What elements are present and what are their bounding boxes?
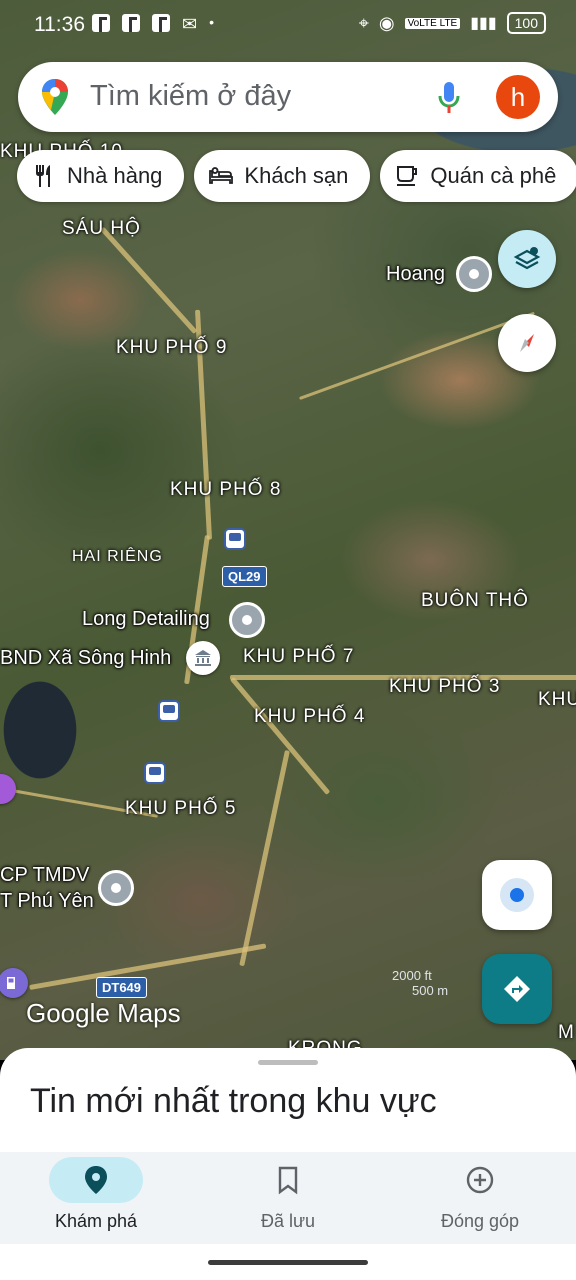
nav-label: Khám phá [54,1211,138,1231]
explore-pin-icon [85,1166,107,1194]
map-label-kp7: KHU PHỐ 7 [243,646,355,667]
bottom-navigation: Khám phá Đã lưu Đóng góp [0,1152,576,1244]
chip-label: Khách sạn [244,163,349,188]
shopping-icon[interactable] [0,774,16,804]
chip-restaurants[interactable]: Nhà hàng [17,150,185,202]
nav-explore-pill [49,1157,143,1203]
map-scale: 2000 ft 500 m [392,968,448,998]
chip-label: Nhà hàng [67,163,163,188]
map-label-kp5: KHU PHỐ 5 [125,798,237,819]
avatar[interactable]: h [496,75,540,119]
facebook-icon [122,14,140,32]
place-label-cp-line2[interactable]: T Phú Yên [0,890,94,913]
road-shield-ql29: QL29 [222,566,267,587]
google-maps-logo: Google Maps [26,998,181,1028]
gas-station-icon[interactable] [0,968,28,998]
layers-icon [513,247,541,270]
fork-knife-icon [36,165,50,187]
place-label-long-detailing[interactable]: Long Detailing [82,608,210,631]
network-label: VoLTE LTE [404,17,461,29]
map-label-buon-tho: BUÔN THÔ [421,590,529,611]
bus-stop-icon[interactable] [144,762,166,784]
add-circle-icon [466,1166,494,1194]
layers-button[interactable] [498,230,556,288]
coffee-icon [397,166,418,186]
nav-saved-pill [241,1157,335,1203]
nav-explore[interactable]: Khám phá [0,1152,192,1244]
map-label-kp3: KHU PHỐ 3 [389,676,501,697]
compass-button[interactable] [498,314,556,372]
map-label-kp8: KHU PHỐ 8 [170,479,282,500]
chip-label: Quán cà phê [430,163,557,188]
status-right: ⌖ ◉ VoLTE LTE ▮▮▮ 100 [359,12,546,34]
microphone-icon[interactable] [436,80,462,116]
my-location-button[interactable] [482,860,552,930]
map-label-hai-rieng: HAI RIÊNG [72,548,163,565]
dot-icon: • [209,14,214,30]
directions-icon [504,976,530,1002]
map-label-sau-ho: SÁU HỘ [62,218,141,239]
status-time: 11:36 [34,13,85,36]
place-pin-hoang[interactable] [456,256,492,292]
search-placeholder[interactable]: Tìm kiếm ở đây [90,80,291,113]
bookmark-icon [278,1166,298,1195]
bus-stop-icon[interactable] [224,528,246,550]
chip-hotels[interactable]: Khách sạn [194,150,371,202]
map-label-m: M [558,1022,575,1043]
nav-label: Đóng góp [440,1211,520,1231]
scale-ft: 2000 ft [392,968,432,983]
scale-m: 500 m [412,983,449,998]
sheet-title: Tin mới nhất trong khu vực [30,1082,437,1120]
notification-icons: ✉ • [92,14,214,35]
bus-stop-icon[interactable] [158,700,180,722]
sheet-handle[interactable] [258,1060,318,1065]
compass-icon [520,334,534,352]
messenger-icon: ✉ [182,14,198,34]
bed-icon [209,167,234,184]
map-label-kp9: KHU PHỐ 9 [116,337,228,358]
place-label-hoang[interactable]: Hoang [386,263,445,286]
road-shield-dt649: DT649 [96,977,148,998]
facebook-icon [92,14,110,32]
directions-button[interactable] [482,954,552,1024]
map-label-khu: KHU [538,689,576,710]
location-icon: ⌖ [358,12,369,33]
location-dot-icon [500,878,534,912]
google-maps-pin-icon [42,79,68,115]
nav-label: Đã lưu [260,1211,316,1231]
nav-contribute-pill [433,1157,527,1203]
nav-contribute[interactable]: Đóng góp [384,1152,576,1244]
gesture-bar[interactable] [208,1260,368,1265]
place-pin-cp[interactable] [98,870,134,906]
facebook-icon [152,14,170,32]
search-bar[interactable]: Tìm kiếm ở đây h [18,62,558,132]
map-label-kp4: KHU PHỐ 4 [254,706,366,727]
category-chips: Nhà hàng Khách sạn Quán cà phê [17,150,576,202]
government-icon[interactable] [186,641,220,675]
battery-indicator: 100 [506,12,546,34]
status-bar: 11:36 ✉ • ⌖ ◉ VoLTE LTE ▮▮▮ 100 [0,0,576,50]
wifi-icon: ◉ [378,12,395,33]
place-label-cp-line1[interactable]: CP TMDV [0,864,89,887]
nav-saved[interactable]: Đã lưu [192,1152,384,1244]
signal-icon: ▮▮▮ [470,15,497,32]
place-label-ubnd[interactable]: BND Xã Sông Hinh [0,647,171,670]
chip-coffee[interactable]: Quán cà phê [380,150,576,202]
place-pin-long-detailing[interactable] [229,602,265,638]
